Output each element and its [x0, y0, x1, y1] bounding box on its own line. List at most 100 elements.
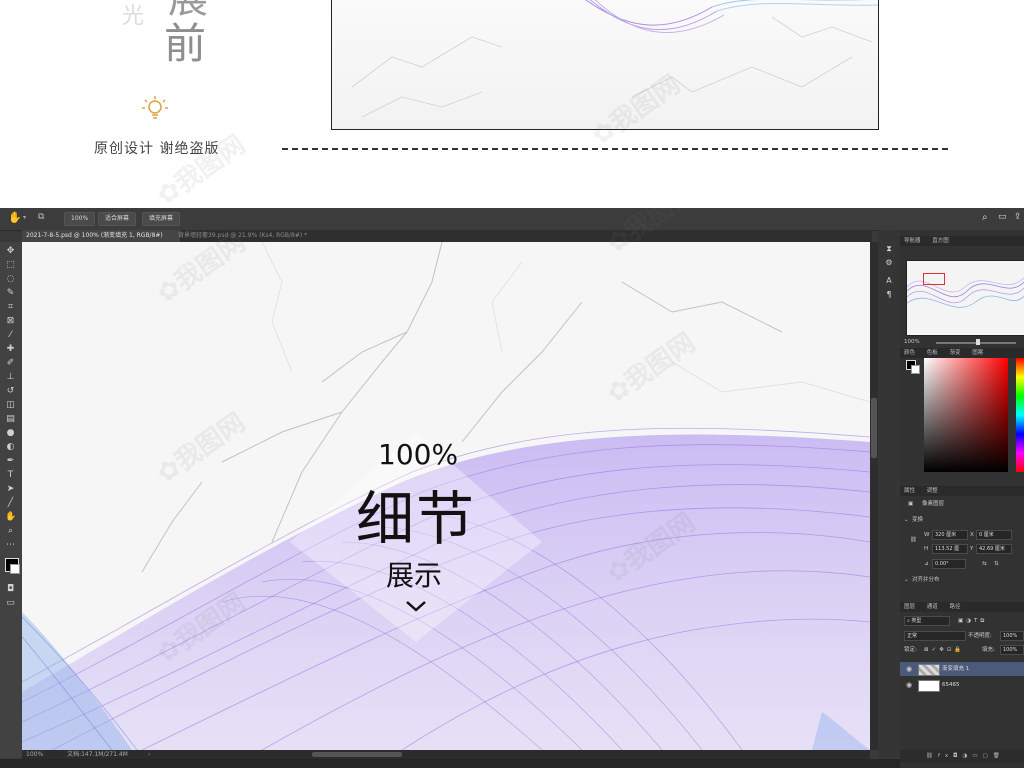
- tab-histogram[interactable]: 直方图: [932, 238, 949, 244]
- brush-settings-icon[interactable]: ⚙: [884, 258, 894, 268]
- status-bar: 100% 文档:147.1M/271.4M ›: [22, 750, 870, 759]
- layer-name[interactable]: 渐变填充 1: [942, 662, 969, 676]
- hand-tool-icon[interactable]: ✋: [5, 512, 16, 523]
- eyedropper-tool-icon[interactable]: ⁄: [5, 330, 16, 341]
- detail-title: 细节: [356, 485, 477, 553]
- width-field[interactable]: 320 厘米: [932, 530, 968, 540]
- share-icon[interactable]: ⇪: [1014, 212, 1022, 222]
- visibility-eye-icon[interactable]: ◉: [906, 678, 912, 692]
- tools-panel: ✥ ⬚ ◌ ✎ ⌗ ⊠ ⁄ ✚ ✐ ⊥ ↺ ◫ ▤ ● ◐ ✒ T ➤ ╱ ✋ …: [0, 242, 23, 758]
- status-zoom[interactable]: 100%: [26, 751, 43, 758]
- chevron-down-icon[interactable]: ⌄: [904, 516, 909, 524]
- lock-label: 锁定:: [904, 647, 917, 653]
- blur-tool-icon[interactable]: ●: [5, 428, 16, 439]
- divider: [282, 148, 948, 150]
- gradient-tool-icon[interactable]: ▤: [5, 414, 16, 425]
- chevron-down-icon[interactable]: ⌄: [904, 576, 909, 584]
- flip-vertical-icon[interactable]: ⇅: [994, 560, 999, 568]
- eraser-tool-icon[interactable]: ◫: [5, 400, 16, 411]
- character-icon[interactable]: A: [884, 276, 894, 286]
- hue-slider[interactable]: [1016, 358, 1024, 472]
- zoom-tool-icon[interactable]: ⌕: [5, 526, 16, 537]
- tab-layers[interactable]: 图层: [904, 604, 915, 610]
- fit-screen-button[interactable]: 适合屏幕: [98, 212, 137, 226]
- tab-adjustments[interactable]: 调整: [927, 488, 938, 494]
- fill-screen-button[interactable]: 填充屏幕: [142, 212, 181, 226]
- scrollbar-thumb[interactable]: [871, 398, 877, 458]
- workspace-icon[interactable]: ▭: [998, 212, 1007, 222]
- line-tool-icon[interactable]: ╱: [5, 498, 16, 509]
- navigator-view-box[interactable]: [923, 273, 945, 285]
- tab-document-active[interactable]: 2021-7-8-5.psd @ 100% (渐变填充 1, RGB/8#): [22, 230, 180, 242]
- tab-color[interactable]: 颜色: [904, 350, 915, 356]
- tab-document[interactable]: 背景墙轻奢39.psd @ 21.9% (Ks4, RGB/8#) *: [174, 230, 322, 242]
- more-tools-icon[interactable]: ⋯: [5, 540, 16, 551]
- background-color-swatch[interactable]: [10, 564, 20, 574]
- crop-tool-icon[interactable]: ⌗: [5, 302, 16, 313]
- history-brush-icon[interactable]: ↺: [5, 386, 16, 397]
- tab-properties[interactable]: 属性: [904, 488, 915, 494]
- angle-field[interactable]: 0.00°: [932, 559, 966, 569]
- layer-filter-select[interactable]: ⌕ 类型: [904, 616, 950, 626]
- healing-tool-icon[interactable]: ✚: [5, 344, 16, 355]
- fill-field[interactable]: 100%: [1000, 645, 1024, 655]
- navigator-thumbnail[interactable]: [906, 260, 1024, 336]
- tab-navigator[interactable]: 导航器: [904, 238, 921, 244]
- tab-gradients[interactable]: 渐变: [950, 350, 961, 356]
- history-icon[interactable]: ⧗: [884, 244, 894, 254]
- hand-tool-icon[interactable]: ✋: [8, 211, 22, 224]
- screen-mode-icon[interactable]: ▭: [5, 598, 16, 609]
- filter-kind: 类型: [911, 618, 922, 624]
- blend-mode-select[interactable]: 正常: [904, 631, 966, 641]
- tab-patterns[interactable]: 图案: [972, 350, 983, 356]
- zoom-100-button[interactable]: 100%: [64, 212, 96, 226]
- lock-icons[interactable]: ⊠✓✥⊡🔒: [924, 646, 964, 654]
- nav-zoom-value[interactable]: 100%: [904, 338, 920, 346]
- x-label: X: [970, 532, 974, 538]
- layer-action-icons[interactable]: ⛓fx◘◑▭▢🗑: [926, 752, 1005, 760]
- x-field[interactable]: 0 厘米: [976, 530, 1012, 540]
- flip-horizontal-icon[interactable]: ⇆: [982, 560, 987, 568]
- visibility-eye-icon[interactable]: ◉: [906, 662, 912, 676]
- opacity-field[interactable]: 100%: [1000, 631, 1024, 641]
- frame-tool-icon[interactable]: ⊠: [5, 316, 16, 327]
- search-icon[interactable]: ⌕: [982, 212, 988, 223]
- pen-tool-icon[interactable]: ✒: [5, 456, 16, 467]
- link-icon[interactable]: ⛓: [910, 536, 917, 544]
- layer-filter-icons[interactable]: ▣◑T⧉: [958, 617, 987, 625]
- dodge-tool-icon[interactable]: ◐: [5, 442, 16, 453]
- y-label: Y: [970, 546, 974, 552]
- tab-channels[interactable]: 通道: [927, 604, 938, 610]
- quick-mask-icon[interactable]: ◘: [5, 584, 16, 595]
- layer-name[interactable]: 65465: [942, 678, 960, 692]
- stamp-tool-icon[interactable]: ⊥: [5, 372, 16, 383]
- marquee-tool-icon[interactable]: ⬚: [5, 260, 16, 271]
- promo-band: 光 展 前 原创设计 谢绝盗版: [0, 0, 1024, 205]
- path-select-icon[interactable]: ➤: [5, 484, 16, 495]
- quick-select-tool-icon[interactable]: ✎: [5, 288, 16, 299]
- status-arrow-icon[interactable]: ›: [148, 750, 150, 759]
- horizontal-scrollbar-thumb[interactable]: [312, 752, 402, 757]
- lightbulb-icon: [142, 96, 168, 119]
- lasso-tool-icon[interactable]: ◌: [5, 274, 16, 285]
- tab-swatches[interactable]: 色板: [927, 350, 938, 356]
- window-icon[interactable]: ⧉: [38, 212, 44, 222]
- bg-color-chip[interactable]: [911, 365, 920, 374]
- nav-zoom-handle[interactable]: [976, 339, 980, 345]
- status-doc-info: 文档:147.1M/271.4M: [67, 751, 128, 758]
- color-picker-field[interactable]: [924, 358, 1008, 472]
- height-field[interactable]: 113.52 厘: [932, 544, 968, 554]
- layer-row[interactable]: ◉ 65465: [900, 678, 1024, 692]
- brush-tool-icon[interactable]: ✐: [5, 358, 16, 369]
- layer-row-selected[interactable]: ◉ 渐变填充 1: [900, 662, 1024, 676]
- tab-paths[interactable]: 路径: [950, 604, 961, 610]
- chevron-down-icon[interactable]: ▾: [23, 214, 26, 221]
- fill-label: 填充:: [982, 647, 995, 653]
- type-tool-icon[interactable]: T: [5, 470, 16, 481]
- move-tool-icon[interactable]: ✥: [5, 246, 16, 257]
- properties-header: 属性 调整: [900, 486, 1024, 496]
- navigator-header: 导航器 直方图: [900, 236, 1024, 246]
- paragraph-icon[interactable]: ¶: [884, 290, 894, 300]
- y-field[interactable]: 42.69 厘米: [976, 544, 1012, 554]
- canvas-scrollbar[interactable]: [870, 242, 878, 750]
